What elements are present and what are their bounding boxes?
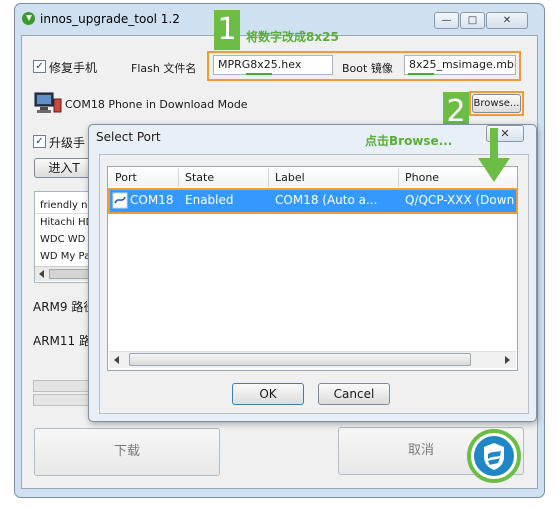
- repair-label: 修复手机: [49, 61, 98, 75]
- down-arrow-icon: [474, 128, 514, 184]
- drive-list-item[interactable]: WD My Pa: [35, 248, 93, 265]
- window-title: innos_upgrade_tool 1.2: [40, 12, 180, 26]
- boot-underline: [408, 73, 434, 75]
- progress-bar-1: [33, 380, 93, 392]
- step1-instruction: 将数字改成8x25: [246, 30, 339, 44]
- highlight-box-port-row: [108, 188, 518, 214]
- device-status: COM18 Phone in Download Mode: [65, 98, 248, 111]
- scroll-right-icon[interactable]: [505, 356, 510, 364]
- drive-list-hscroll[interactable]: [35, 266, 93, 281]
- port-list-scroll-thumb[interactable]: [129, 353, 471, 366]
- close-button[interactable]: ✕: [486, 12, 528, 29]
- download-button[interactable]: 下载: [34, 428, 220, 476]
- minimize-button[interactable]: —: [434, 12, 459, 29]
- enter-test-button[interactable]: 进入T: [34, 158, 94, 178]
- boot-image-input[interactable]: 8x25_msimage.mbn: [404, 55, 516, 75]
- boot-label: Boot 镜像: [342, 62, 393, 75]
- drive-list-header: friendly na: [35, 197, 93, 214]
- column-header-state[interactable]: State: [179, 169, 269, 187]
- upgrade-label: 升级手: [49, 136, 86, 150]
- download-app-icon: [22, 12, 35, 25]
- scroll-left-icon: [39, 270, 44, 278]
- scroll-left-icon[interactable]: [114, 356, 119, 364]
- shield-logo-icon: [467, 429, 521, 483]
- drive-list-item[interactable]: Hitachi HD: [35, 214, 93, 231]
- progress-bar-2: [33, 394, 93, 406]
- computer-icon: [33, 91, 63, 115]
- drive-list-item[interactable]: WDC WD: [35, 231, 93, 248]
- repair-checkbox[interactable]: ✓: [33, 60, 46, 73]
- ok-button[interactable]: OK: [232, 383, 304, 405]
- step1-badge: 1: [214, 10, 240, 50]
- flash-underline: [246, 73, 272, 75]
- column-header-port[interactable]: Port: [109, 169, 179, 187]
- flash-label: Flash 文件名: [131, 62, 197, 75]
- drive-list-scroll-thumb[interactable]: [49, 269, 89, 279]
- dialog-cancel-button[interactable]: Cancel: [318, 383, 390, 405]
- flash-file-input[interactable]: MPRG8x25.hex: [213, 55, 333, 75]
- browse-button[interactable]: Browse...: [472, 94, 521, 113]
- column-header-label[interactable]: Label: [269, 169, 399, 187]
- arm9-path-label: ARM9 路径: [33, 300, 96, 314]
- upgrade-checkbox[interactable]: ✓: [33, 135, 46, 148]
- dialog-title: Select Port: [96, 130, 161, 144]
- step2-instruction: 点击Browse...: [365, 134, 453, 148]
- maximize-button[interactable]: □: [460, 12, 485, 29]
